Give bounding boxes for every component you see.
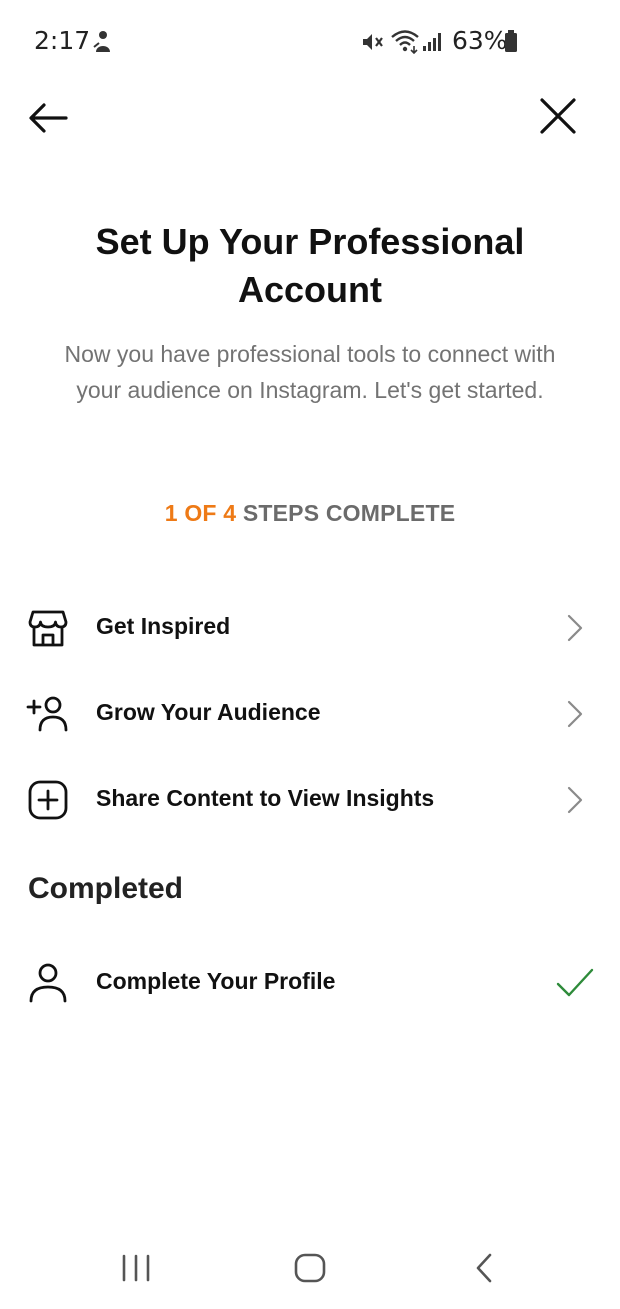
page-subtitle: Now you have professional tools to conne… xyxy=(64,341,556,403)
close-icon[interactable] xyxy=(534,92,582,140)
page-title: Set Up Your Professional Account xyxy=(95,221,525,310)
chevron-right-icon xyxy=(567,786,583,814)
system-back-icon[interactable] xyxy=(468,1240,500,1296)
step-label: Grow Your Audience xyxy=(96,699,321,725)
mute-icon xyxy=(363,34,383,50)
plus-square-icon xyxy=(28,780,68,820)
shop-icon xyxy=(28,610,68,647)
recent-apps-icon[interactable] xyxy=(118,1240,154,1296)
person-icon xyxy=(29,963,67,1003)
checkmark-icon xyxy=(556,968,594,997)
completed-heading: Completed xyxy=(28,872,184,905)
steps-progress: 1 OF 4 STEPS COMPLETE xyxy=(60,500,560,527)
status-bar: 2:17 63% xyxy=(0,0,620,80)
wifi-icon xyxy=(391,30,419,54)
chevron-right-icon xyxy=(567,614,583,642)
battery-percentage: 63% xyxy=(452,26,508,55)
steps-progress-label: STEPS COMPLETE xyxy=(236,500,456,526)
completed-complete-your-profile[interactable]: Complete Your Profile xyxy=(0,940,620,1026)
battery-icon xyxy=(505,30,517,52)
chevron-right-icon xyxy=(567,700,583,728)
step-label: Share Content to View Insights xyxy=(96,785,435,811)
step-share-content[interactable]: Share Content to View Insights xyxy=(0,757,620,843)
step-label: Complete Your Profile xyxy=(96,968,336,994)
step-get-inspired[interactable]: Get Inspired xyxy=(0,585,620,671)
notification-person-icon xyxy=(93,31,110,52)
home-icon[interactable] xyxy=(290,1240,330,1296)
step-label: Get Inspired xyxy=(96,613,231,639)
steps-done-count: 1 OF 4 xyxy=(164,500,237,526)
signal-icon xyxy=(423,33,441,51)
step-grow-your-audience[interactable]: Grow Your Audience xyxy=(0,671,620,757)
back-arrow-icon[interactable] xyxy=(24,94,72,142)
add-person-icon xyxy=(26,696,68,732)
status-time: 2:17 xyxy=(34,26,91,55)
